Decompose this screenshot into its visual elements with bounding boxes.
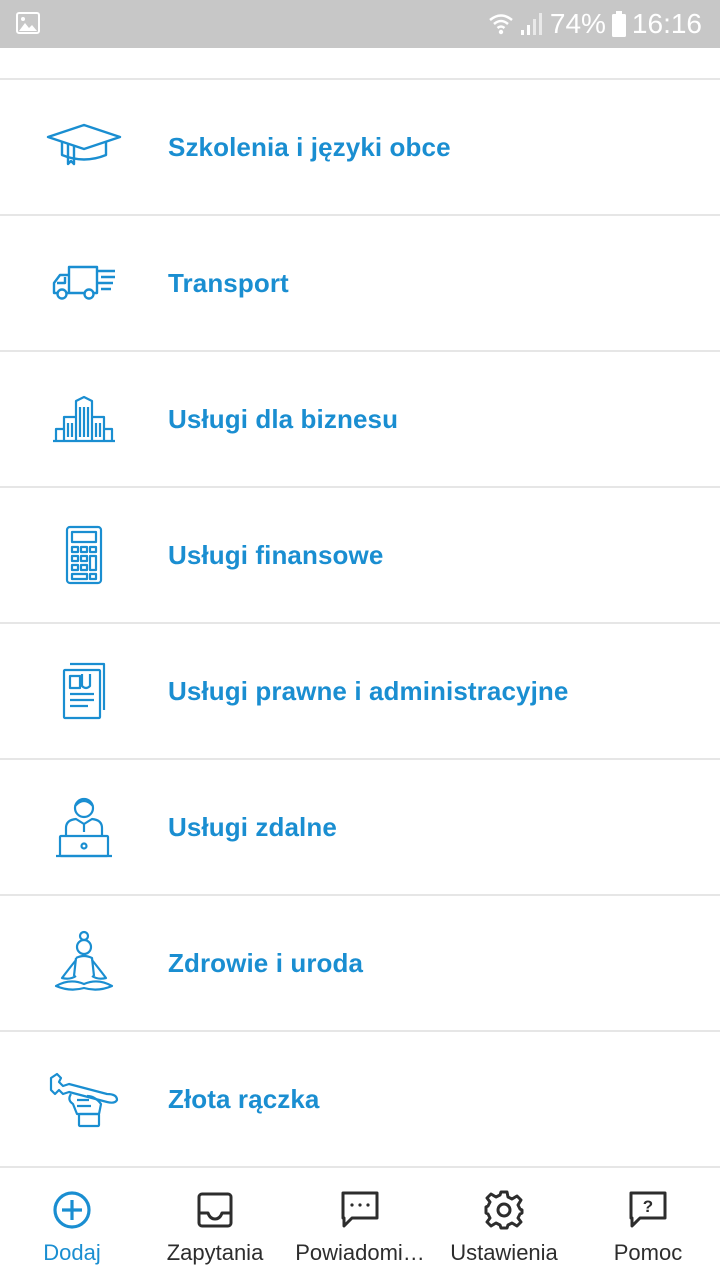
gallery-icon [16, 12, 40, 34]
category-item-uslugi-finansowe[interactable]: Usługi finansowe [0, 488, 720, 624]
status-bar: 74% 16:16 [0, 0, 720, 48]
category-label: Zdrowie i uroda [168, 947, 364, 978]
meditation-icon [44, 923, 124, 1003]
buildings-icon [44, 379, 124, 459]
tab-label: Dodaj [43, 1240, 101, 1265]
tab-label: Pomoc [613, 1240, 683, 1265]
signal-icon [520, 13, 542, 35]
help-bubble-icon: ? [626, 1188, 670, 1232]
category-item-uslugi-dla-biznesu[interactable]: Usługi dla biznesu [0, 352, 720, 488]
clock: 16:16 [631, 8, 702, 39]
category-item-zlota-raczka[interactable]: Złota rączka [0, 1032, 720, 1168]
category-label: Usługi prawne i administracyjne [168, 675, 569, 706]
tab-label: Ustawienia [450, 1240, 558, 1265]
category-item-transport[interactable]: Transport [0, 216, 720, 352]
wifi-icon [489, 14, 513, 35]
gear-icon [482, 1188, 526, 1232]
tab-label: Powiadomi… [295, 1240, 425, 1265]
category-label: Złota rączka [168, 1083, 320, 1114]
wrench-hand-icon [44, 1059, 124, 1139]
tab-powiadomienia[interactable]: Powiadomi… [286, 1168, 434, 1280]
tab-pomoc[interactable]: ? Pomoc [598, 1168, 698, 1280]
category-label: Transport [168, 267, 289, 298]
tab-dodaj[interactable]: Dodaj [22, 1168, 122, 1280]
inbox-icon [193, 1188, 237, 1232]
category-label: Szkolenia i języki obce [168, 131, 451, 162]
delivery-truck-icon [44, 243, 124, 323]
tab-zapytania[interactable]: Zapytania [156, 1168, 274, 1280]
remote-worker-icon [44, 787, 124, 867]
tab-label: Zapytania [166, 1240, 264, 1265]
chat-bubble-icon [338, 1188, 382, 1232]
legal-documents-icon [44, 651, 124, 731]
svg-text:?: ? [643, 1197, 653, 1216]
tab-ustawienia[interactable]: Ustawienia [440, 1168, 568, 1280]
calculator-icon [44, 515, 124, 595]
battery-icon [611, 11, 626, 37]
category-label: Usługi zdalne [168, 811, 337, 842]
plus-circle-icon [50, 1188, 94, 1232]
battery-percent: 74% [549, 8, 606, 39]
category-item-uslugi-zdalne[interactable]: Usługi zdalne [0, 760, 720, 896]
category-item-uslugi-prawne[interactable]: Usługi prawne i administracyjne [0, 624, 720, 760]
category-label: Usługi finansowe [168, 539, 384, 570]
graduation-cap-icon [44, 107, 124, 187]
category-item-szkolenia[interactable]: Szkolenia i języki obce [0, 80, 720, 216]
bottom-navigation: Dodaj Zapytania Powiadomi… Ustawienia ? … [0, 1166, 720, 1280]
category-item-zdrowie-i-uroda[interactable]: Zdrowie i uroda [0, 896, 720, 1032]
category-label: Usługi dla biznesu [168, 403, 399, 434]
